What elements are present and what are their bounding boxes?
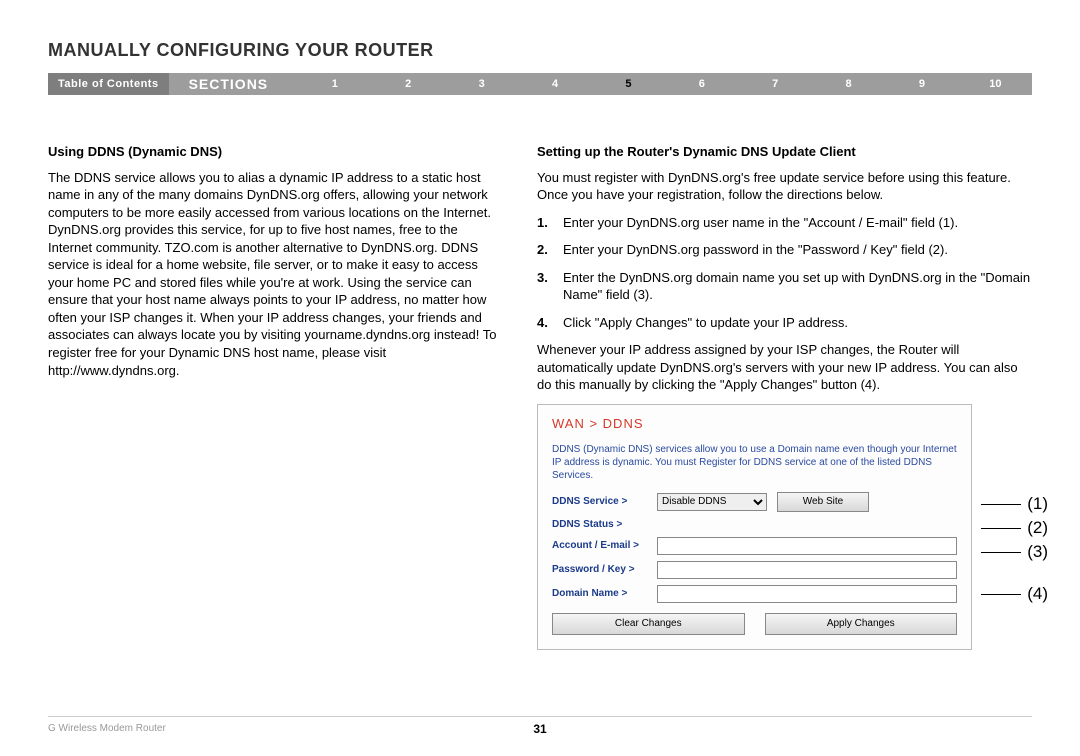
right-column: Setting up the Router's Dynamic DNS Upda… (537, 143, 1032, 650)
step-num-1: 1. (537, 214, 563, 232)
left-column: Using DDNS (Dynamic DNS) The DDNS servic… (48, 143, 501, 650)
left-heading: Using DDNS (Dynamic DNS) (48, 143, 501, 161)
section-4[interactable]: 4 (518, 78, 591, 90)
callout-1: (1) (1027, 493, 1048, 516)
page-title: MANUALLY CONFIGURING YOUR ROUTER (48, 40, 1032, 61)
apply-changes-button[interactable]: Apply Changes (765, 613, 958, 635)
panel-description: DDNS (Dynamic DNS) services allow you to… (552, 443, 957, 482)
domain-name-input[interactable] (657, 585, 957, 603)
callout-2: (2) (1027, 517, 1048, 540)
page-footer: G Wireless Modem Router 31 (48, 716, 1032, 734)
section-nav: Table of Contents SECTIONS 1 2 3 4 5 6 7… (48, 73, 1032, 95)
ddns-config-panel: WAN > DDNS DDNS (Dynamic DNS) services a… (537, 404, 972, 650)
step-text-4: Click "Apply Changes" to update your IP … (563, 314, 1032, 332)
right-outro: Whenever your IP address assigned by you… (537, 341, 1032, 394)
account-email-input[interactable] (657, 537, 957, 555)
label-account: Account / E-mail > (552, 539, 657, 553)
right-heading: Setting up the Router's Dynamic DNS Upda… (537, 143, 1032, 161)
callout-labels: (1) (2) (3) (4) (981, 492, 1048, 606)
label-domain: Domain Name > (552, 587, 657, 601)
section-8[interactable]: 8 (812, 78, 885, 90)
section-6[interactable]: 6 (665, 78, 738, 90)
section-9[interactable]: 9 (885, 78, 958, 90)
callout-4: (4) (1027, 583, 1048, 606)
step-text-2: Enter your DynDNS.org password in the "P… (563, 241, 1032, 259)
right-intro: You must register with DynDNS.org's free… (537, 169, 1032, 204)
breadcrumb: WAN > DDNS (552, 415, 957, 433)
step-text-3: Enter the DynDNS.org domain name you set… (563, 269, 1032, 304)
section-2[interactable]: 2 (372, 78, 445, 90)
callout-3: (3) (1027, 541, 1048, 564)
left-body: The DDNS service allows you to alias a d… (48, 169, 501, 380)
sections-label: SECTIONS (169, 76, 299, 92)
label-service: DDNS Service > (552, 495, 657, 509)
step-num-4: 4. (537, 314, 563, 332)
section-5[interactable]: 5 (592, 78, 665, 90)
section-3[interactable]: 3 (445, 78, 518, 90)
step-text-1: Enter your DynDNS.org user name in the "… (563, 214, 1032, 232)
ddns-service-select[interactable]: Disable DDNS (657, 493, 767, 511)
section-10[interactable]: 10 (959, 78, 1032, 90)
toc-link[interactable]: Table of Contents (48, 73, 169, 95)
step-num-2: 2. (537, 241, 563, 259)
clear-changes-button[interactable]: Clear Changes (552, 613, 745, 635)
section-7[interactable]: 7 (739, 78, 812, 90)
step-num-3: 3. (537, 269, 563, 304)
website-button[interactable]: Web Site (777, 492, 869, 512)
label-password: Password / Key > (552, 563, 657, 577)
password-key-input[interactable] (657, 561, 957, 579)
section-1[interactable]: 1 (298, 78, 371, 90)
product-name: G Wireless Modem Router (48, 723, 166, 734)
page-number: 31 (533, 722, 546, 736)
label-status: DDNS Status > (552, 518, 657, 532)
